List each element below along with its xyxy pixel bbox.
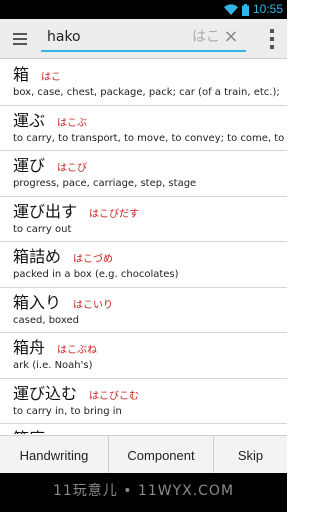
headword: 運ぶ はこぶ <box>13 110 287 132</box>
search-input[interactable] <box>41 24 181 50</box>
results-list: 箱 はこ box, case, chest, package, pack; ca… <box>0 60 287 434</box>
headword: 箱詰め はこづめ <box>13 246 287 268</box>
list-item[interactable]: 運ぶ はこぶ to carry, to transport, to move, … <box>0 106 287 151</box>
menu-icon[interactable] <box>6 25 34 53</box>
entry-reading: はこびだす <box>89 208 140 220</box>
battery-icon <box>241 3 249 16</box>
entry-gloss: to carry, to transport, to move, to conv… <box>13 132 285 144</box>
overflow-dot <box>270 29 274 33</box>
list-item[interactable]: 箱舟 はこぶね ark (i.e. Noah's) <box>0 333 287 379</box>
entry-gloss: to carry out <box>13 223 72 235</box>
navigation-bar: 11玩意儿 • 11WYX.COM <box>0 473 287 512</box>
overflow-menu-icon[interactable] <box>267 29 277 49</box>
list-item[interactable]: 運び込む はこびこむ to carry in, to bring in <box>0 379 287 424</box>
component-button[interactable]: Component <box>109 436 214 474</box>
clear-icon[interactable]: × <box>222 27 240 47</box>
overflow-dot <box>270 37 274 41</box>
menu-icon-bar <box>13 33 27 35</box>
entry-gloss: to carry in, to bring in <box>13 405 122 417</box>
entry-gloss: ark (i.e. Noah's) <box>13 360 93 371</box>
watermark: 11玩意儿 • 11WYX.COM <box>52 483 235 499</box>
entry-gloss: packed in a box (e.g. chocolates) <box>13 269 179 280</box>
entry-gloss: cased, boxed <box>13 314 79 326</box>
headword: 箱舟 はこぶね <box>13 337 287 359</box>
entry-gloss: progress, pace, carriage, step, stage <box>13 178 197 189</box>
entry-kanji: 運び <box>13 156 46 175</box>
list-item[interactable]: 箱庭 <box>0 424 287 434</box>
list-item[interactable]: 運び出す はこびだす to carry out <box>0 197 287 242</box>
bottom-button-bar: Handwriting Component Skip <box>0 435 287 474</box>
entry-kanji: 箱入り <box>13 292 62 312</box>
entry-kanji: 箱詰め <box>13 247 62 266</box>
headword: 箱庭 <box>13 428 287 434</box>
status-time: 10:55 <box>252 2 283 16</box>
entry-kanji: 運び込む <box>13 383 78 403</box>
entry-reading: はこいり <box>73 299 114 311</box>
skip-button[interactable]: Skip <box>214 436 287 474</box>
headword: 箱 はこ <box>13 64 287 86</box>
handwriting-button[interactable]: Handwriting <box>0 436 109 474</box>
list-item[interactable]: 運び はこび progress, pace, carriage, step, s… <box>0 151 287 197</box>
menu-icon-bar <box>13 38 27 40</box>
entry-gloss: box, case, chest, package, pack; car (of… <box>13 87 280 98</box>
headword: 運び出す はこびだす <box>13 201 287 223</box>
headword: 運び はこび <box>13 155 287 177</box>
headword: 箱入り はこいり <box>13 292 287 314</box>
wifi-icon <box>223 4 238 15</box>
entry-kanji: 箱庭 <box>13 428 45 434</box>
headword: 運び込む はこびこむ <box>13 383 287 405</box>
entry-kanji: 箱舟 <box>13 338 46 357</box>
entry-kanji: 箱 <box>13 65 30 84</box>
list-item[interactable]: 箱詰め はこづめ packed in a box (e.g. chocolate… <box>0 242 287 288</box>
status-bar: 10:55 <box>0 0 287 19</box>
search-box: はこ × <box>41 24 246 52</box>
overflow-dot <box>270 45 274 49</box>
search-kana-preview: はこ <box>192 29 220 45</box>
list-item[interactable]: 箱入り はこいり cased, boxed <box>0 288 287 333</box>
menu-icon-bar <box>13 43 27 45</box>
entry-kanji: 運び出す <box>13 201 78 221</box>
action-bar: はこ × <box>0 19 287 59</box>
entry-kanji: 運ぶ <box>13 110 46 130</box>
list-item[interactable]: 箱 はこ box, case, chest, package, pack; ca… <box>0 60 287 106</box>
status-icons: 10:55 <box>223 0 283 19</box>
